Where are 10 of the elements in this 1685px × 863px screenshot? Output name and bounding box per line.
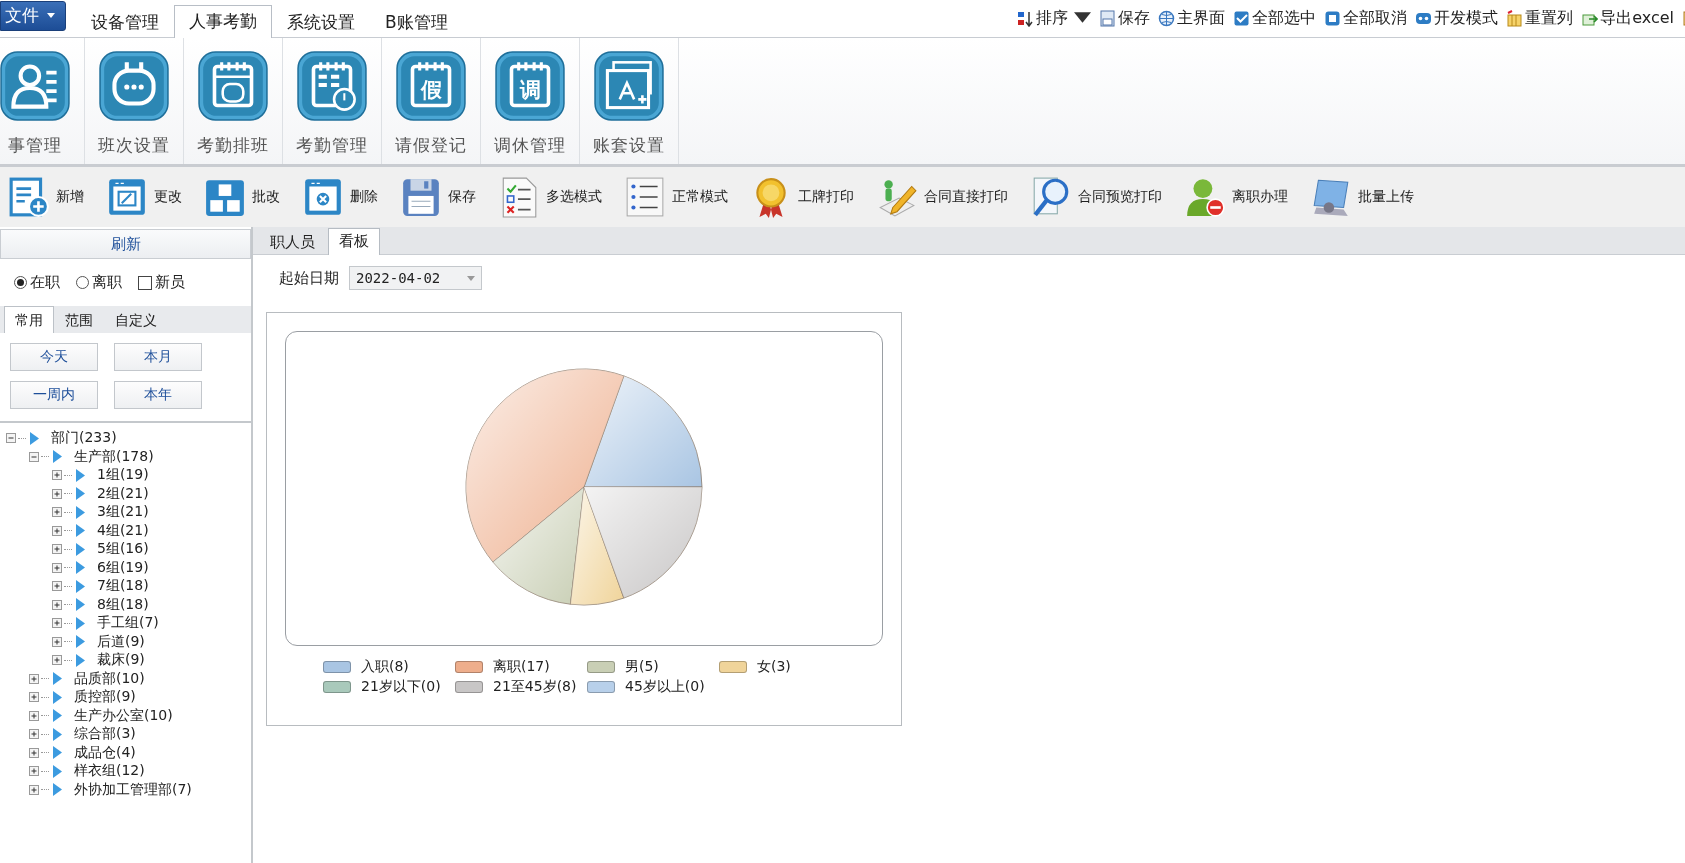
legend-label: 女(3) bbox=[757, 658, 791, 676]
legend-label: 21至45岁(8) bbox=[493, 678, 577, 696]
legend-label: 45岁以上(0) bbox=[625, 678, 705, 696]
calendar-icon: 假 bbox=[395, 50, 467, 122]
date-label: 起始日期 bbox=[279, 268, 339, 288]
legend-label: 男(5) bbox=[625, 658, 659, 676]
legend-label: 入职(8) bbox=[361, 658, 409, 676]
calendar-icon: 调 bbox=[494, 50, 566, 122]
legend-label: 21岁以下(0) bbox=[361, 678, 441, 696]
legend-label: 离职(17) bbox=[493, 658, 550, 676]
